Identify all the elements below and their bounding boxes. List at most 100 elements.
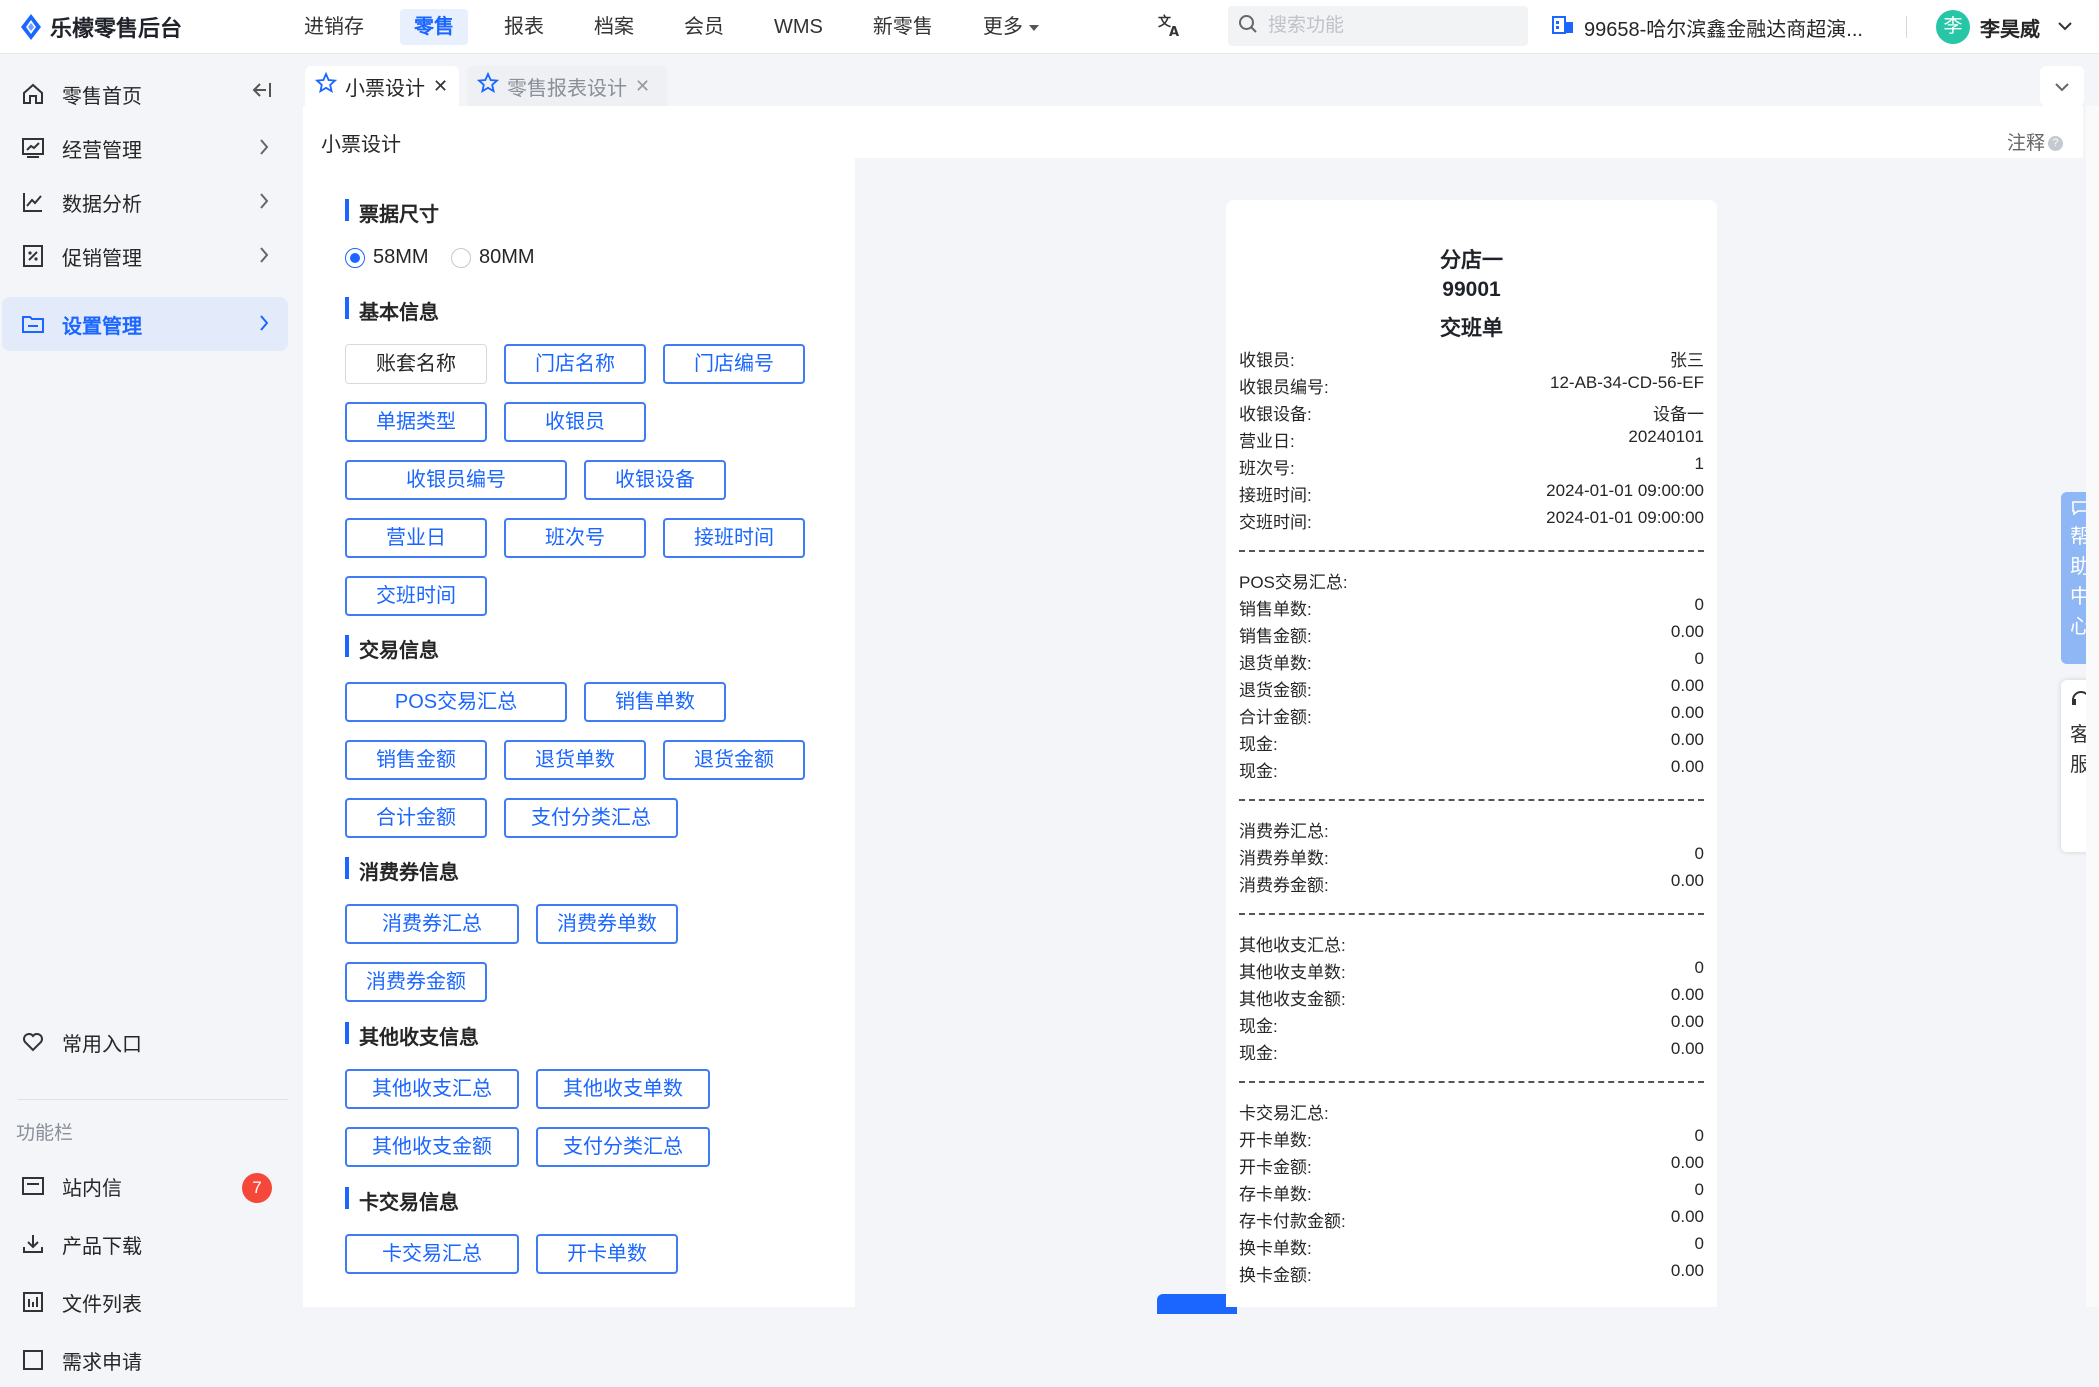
field-button[interactable]: 门店编号 <box>663 344 805 384</box>
radio-label: 58MM <box>373 246 429 268</box>
collapse-sidebar-icon[interactable] <box>252 81 272 105</box>
sidebar-item-requests[interactable]: 需求申请 <box>2 1333 288 1387</box>
field-button[interactable]: 班次号 <box>504 518 646 558</box>
radio-58mm[interactable]: 58MM <box>345 246 429 269</box>
field-button[interactable]: 其他收支单数 <box>536 1069 710 1109</box>
sidebar-item-business[interactable]: 经营管理 <box>2 121 288 175</box>
receipt-row: 班次号: 1 <box>1239 454 1704 478</box>
chevron-down-icon <box>2054 76 2070 96</box>
nav-reports[interactable]: 报表 <box>490 9 558 45</box>
nav-new-retail[interactable]: 新零售 <box>859 9 947 45</box>
sidebar-divider <box>18 1099 288 1100</box>
field-button[interactable]: 退货金额 <box>663 740 805 780</box>
sidebar-item-label: 需求申请 <box>62 1351 142 1374</box>
radio-circle[interactable] <box>345 247 365 268</box>
nav-members[interactable]: 会员 <box>670 9 738 45</box>
sidebar-item-analytics[interactable]: 数据分析 <box>2 175 288 229</box>
receipt-divider <box>1239 799 1704 801</box>
field-button[interactable]: 支付分类汇总 <box>504 798 678 838</box>
field-button[interactable]: 收银员 <box>504 402 646 442</box>
field-button[interactable]: 单据类型 <box>345 402 487 442</box>
app-logo[interactable]: 乐檬零售后台 <box>20 0 182 54</box>
translate-icon[interactable]: 文A <box>1155 12 1185 42</box>
search-icon <box>1238 14 1258 39</box>
field-button[interactable]: 销售金额 <box>345 740 487 780</box>
search-box[interactable] <box>1228 6 1528 46</box>
chevron-down-icon <box>2058 18 2072 36</box>
field-button[interactable]: 交班时间 <box>345 576 487 616</box>
receipt-row: 存卡单数: 0 <box>1239 1180 1704 1204</box>
field-button[interactable]: 其他收支汇总 <box>345 1069 519 1109</box>
field-button[interactable]: 消费券汇总 <box>345 904 519 944</box>
heart-icon <box>20 1029 46 1055</box>
user-menu[interactable]: 李 李昊威 <box>1936 0 2072 54</box>
tab-receipt-design[interactable]: 小票设计 ✕ <box>305 66 459 106</box>
field-button[interactable]: 销售单数 <box>584 682 726 722</box>
field-button[interactable]: 支付分类汇总 <box>536 1127 710 1167</box>
receipt-row: 消费券金额: 0.00 <box>1239 871 1704 895</box>
chevron-right-icon <box>258 191 270 217</box>
sidebar-item-messages[interactable]: 站内信 7 <box>2 1159 288 1213</box>
field-button[interactable]: 门店名称 <box>504 344 646 384</box>
receipt-row: 收银员编号: 12-AB-34-CD-56-EF <box>1239 373 1704 397</box>
nav-wms[interactable]: WMS <box>760 9 837 45</box>
config-panel: 票据尺寸 58MM 80MM 基本信息 账套名称 门店名称 门店编号 单据类型 … <box>303 158 855 1307</box>
receipt-row: 现金: 0.00 <box>1239 730 1704 754</box>
field-button[interactable]: 消费券金额 <box>345 962 487 1002</box>
section-title: 交易信息 <box>345 634 439 663</box>
receipt-row: 销售单数: 0 <box>1239 595 1704 619</box>
close-icon[interactable]: ✕ <box>433 76 448 97</box>
sidebar-item-promotion[interactable]: 促销管理 <box>2 229 288 283</box>
receipt-row: 接班时间: 2024-01-01 09:00:00 <box>1239 481 1704 505</box>
note-link[interactable]: 注释? <box>2007 128 2063 155</box>
star-icon[interactable] <box>476 71 500 100</box>
sidebar-item-file-list[interactable]: 文件列表 <box>2 1275 288 1329</box>
scrollbar[interactable] <box>2086 106 2099 1307</box>
sidebar-item-downloads[interactable]: 产品下载 <box>2 1217 288 1271</box>
sidebar-item-label: 数据分析 <box>62 193 142 216</box>
receipt-row: 现金: 0.00 <box>1239 1039 1704 1063</box>
receipt-store-name: 分店一 <box>1440 249 1503 272</box>
radio-80mm[interactable]: 80MM <box>451 246 535 269</box>
save-button[interactable] <box>1157 1294 1237 1314</box>
receipt-row: 现金: 0.00 <box>1239 757 1704 781</box>
nav-jinxiaocun[interactable]: 进销存 <box>290 9 378 45</box>
field-button[interactable]: POS交易汇总 <box>345 682 567 722</box>
nav-archives[interactable]: 档案 <box>580 9 648 45</box>
request-icon <box>20 1347 46 1373</box>
nav-retail[interactable]: 零售 <box>400 9 468 45</box>
close-icon[interactable]: ✕ <box>635 76 650 97</box>
field-button[interactable]: 退货单数 <box>504 740 646 780</box>
tab-retail-report-design[interactable]: 零售报表设计 ✕ <box>467 66 667 106</box>
field-button[interactable]: 账套名称 <box>345 344 487 384</box>
receipt-row: 交班时间: 2024-01-01 09:00:00 <box>1239 508 1704 532</box>
radio-circle[interactable] <box>451 247 471 268</box>
field-button[interactable]: 营业日 <box>345 518 487 558</box>
field-button[interactable]: 卡交易汇总 <box>345 1234 519 1274</box>
tab-label: 零售报表设计 <box>507 77 627 100</box>
field-button[interactable]: 接班时间 <box>663 518 805 558</box>
field-button[interactable]: 收银设备 <box>584 460 726 500</box>
sidebar-favorites[interactable]: 常用入口 <box>2 1015 288 1069</box>
section-title: 卡交易信息 <box>345 1186 459 1215</box>
search-input[interactable] <box>1266 14 1506 38</box>
star-icon[interactable] <box>314 71 338 100</box>
field-button[interactable]: 合计金额 <box>345 798 487 838</box>
sidebar-item-label: 零售首页 <box>62 85 142 108</box>
field-button[interactable]: 其他收支金额 <box>345 1127 519 1167</box>
store-selector[interactable]: 99658-哈尔滨鑫金融达商超演... <box>1552 0 1863 54</box>
line-chart-icon <box>20 189 46 215</box>
receipt-row: 营业日: 20240101 <box>1239 427 1704 451</box>
field-button[interactable]: 开卡单数 <box>536 1234 678 1274</box>
receipt-section-title: 卡交易汇总: <box>1239 1104 1329 1123</box>
field-button[interactable]: 消费券单数 <box>536 904 678 944</box>
sidebar-item-retail-home[interactable]: 零售首页 <box>2 67 288 121</box>
tab-dropdown[interactable] <box>2040 66 2084 106</box>
sidebar-item-settings[interactable]: 设置管理 <box>2 297 288 351</box>
sidebar-item-label: 文件列表 <box>62 1293 142 1316</box>
nav-more[interactable]: 更多 <box>969 9 1053 45</box>
radio-label: 80MM <box>479 246 535 268</box>
sidebar: 零售首页 经营管理 数据分析 促销管理 设置管理 常用入口 功能栏 站内信 7 … <box>0 54 303 1374</box>
receipt-divider <box>1239 1081 1704 1083</box>
field-button[interactable]: 收银员编号 <box>345 460 567 500</box>
